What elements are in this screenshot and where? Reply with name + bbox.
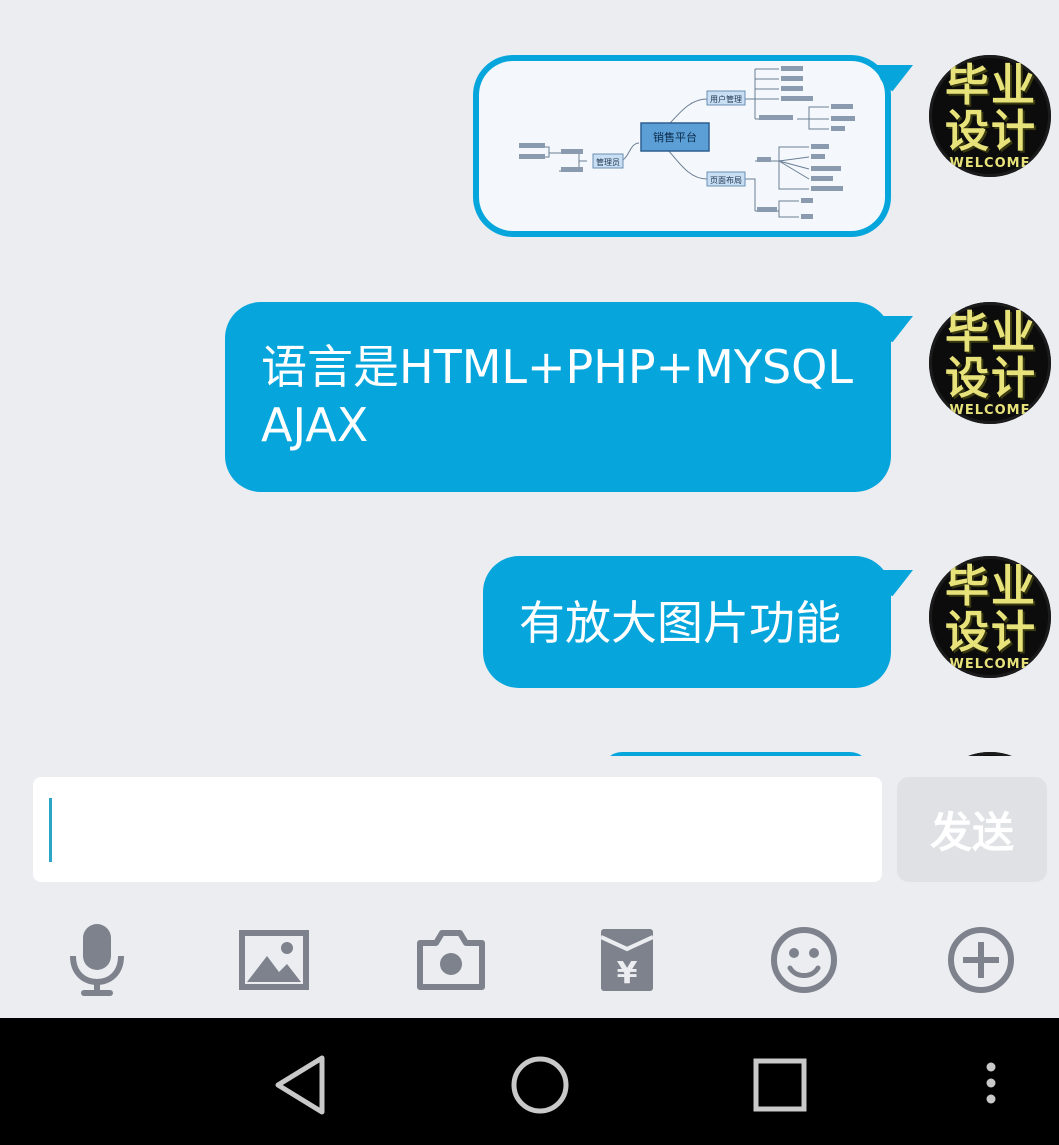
avatar-subtext: WELCOME [949,657,1031,672]
mindmap-left-node: 管理员 [596,157,620,167]
avatar[interactable]: 毕业 设计 WELCOME [929,302,1051,424]
avatar-text: 毕业 设计 [945,561,1037,658]
mindmap-center-label: 销售平台 [653,130,697,144]
mindmap-top-node: 用户管理 [710,94,742,104]
text-caret [49,798,52,862]
image-message-bubble[interactable]: 销售平台 用户管理 页面布局 管理员 [473,55,913,237]
avatar-text: 毕业 设计 [945,307,1037,404]
plus-icon[interactable] [941,920,1021,1000]
emoji-icon[interactable] [764,920,844,1000]
red-packet-icon[interactable]: ¥ [587,920,667,1000]
system-nav-bar [0,1018,1059,1145]
image-icon[interactable] [234,920,314,1000]
more-icon[interactable] [956,1050,1026,1120]
avatar[interactable]: 毕业 设计 WELCOME [929,556,1051,678]
input-bar: 发送 ¥ [0,756,1059,1018]
message-text: 有放大图片功能 [519,596,841,650]
avatar-text: 毕业 设计 [945,60,1037,157]
avatar[interactable]: 毕业 设计 WELCOME [929,55,1051,177]
camera-icon[interactable] [411,920,491,1000]
recents-icon[interactable] [745,1050,815,1120]
text-message-bubble[interactable]: 语言是HTML+PHP+MYSQL AJAX [225,302,913,492]
send-button[interactable]: 发送 [897,777,1047,882]
message-text: 语言是HTML+PHP+MYSQL AJAX [261,340,853,452]
svg-text:¥: ¥ [617,956,638,991]
chat-area: 毕业 设计 WELCOME 销售平台 用户管理 页面布局 管理员 毕业 设计 W… [0,0,1059,756]
avatar-subtext: WELCOME [949,156,1031,171]
back-icon[interactable] [266,1050,336,1120]
voice-icon[interactable] [57,920,137,1000]
mindmap-bottom-node: 页面布局 [710,175,742,185]
home-icon[interactable] [505,1050,575,1120]
text-message-bubble[interactable]: 有放大图片功能 [483,556,913,688]
avatar-subtext: WELCOME [949,403,1031,418]
mind-map-image[interactable]: 销售平台 用户管理 页面布局 管理员 [479,61,885,231]
bubble-tail [877,316,913,346]
message-input[interactable] [33,777,882,882]
bubble-tail [877,570,913,600]
